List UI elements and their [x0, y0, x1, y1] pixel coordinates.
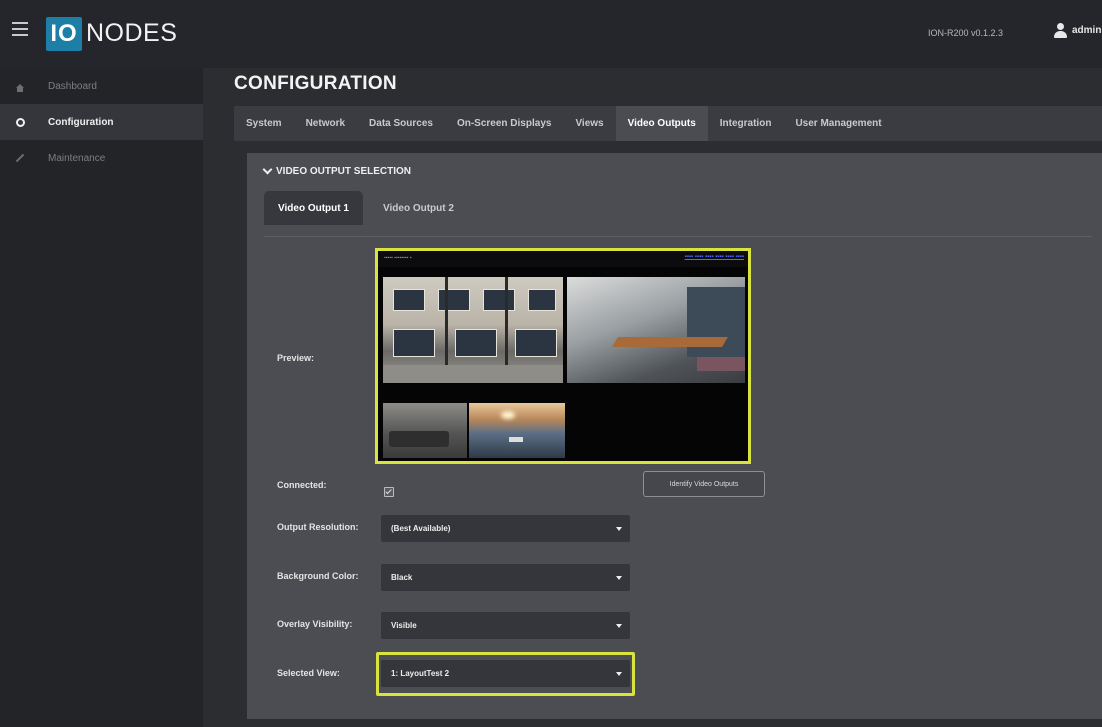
selected-view-value: 1: LayoutTest 2 [391, 669, 450, 678]
page-title: CONFIGURATION [234, 73, 397, 94]
tab-data-sources[interactable]: Data Sources [357, 106, 445, 141]
gear-icon [14, 116, 26, 128]
section-toggle[interactable]: VIDEO OUTPUT SELECTION [262, 164, 412, 177]
caret-down-icon [616, 526, 622, 531]
camera-tile-lounge [567, 277, 745, 383]
tab-user-management[interactable]: User Management [783, 106, 893, 141]
chevron-down-icon [262, 164, 273, 175]
tab-network[interactable]: Network [294, 106, 357, 141]
connected-label: Connected: [277, 480, 327, 490]
tab-integration[interactable]: Integration [708, 106, 784, 141]
hamburger-menu-icon[interactable] [12, 22, 28, 36]
selected-view-select[interactable]: 1: LayoutTest 2 [381, 660, 630, 687]
tab-video-output-1[interactable]: Video Output 1 [264, 191, 363, 225]
overlay-visibility-value: Visible [391, 621, 417, 630]
sidebar-item-maintenance[interactable]: Maintenance [0, 140, 203, 176]
sidebar-item-label: Dashboard [48, 80, 97, 92]
tab-video-outputs[interactable]: Video Outputs [615, 106, 708, 141]
background-color-label: Background Color: [277, 571, 359, 581]
camera-tile-room [383, 403, 467, 458]
caret-down-icon [616, 575, 622, 580]
user-menu[interactable]: admin [1054, 23, 1101, 38]
sidebar-item-label: Maintenance [48, 152, 106, 164]
output-resolution-select[interactable]: (Best Available) [381, 515, 630, 542]
camera-tile-building [383, 277, 563, 383]
sidebar: Dashboard Configuration Maintenance [0, 68, 203, 727]
divider [264, 236, 1092, 237]
preview-overlay-links: ▪▪▪▪ ▪▪▪▪ ▪▪▪▪ ▪▪▪▪ ▪▪▪▪ ▪▪▪▪ [684, 254, 744, 260]
tab-video-output-2[interactable]: Video Output 2 [369, 191, 468, 225]
config-tabs: System Network Data Sources On-Screen Di… [234, 106, 1102, 141]
logo-mark-text: IO [50, 20, 78, 47]
tab-system[interactable]: System [234, 106, 294, 141]
preview-overlay-text: ▪▪▪▪▪ ▪▪▪▪▪▪▪▪ ▪ [384, 255, 412, 261]
device-version: ION-R200 v0.1.2.3 [928, 28, 1004, 38]
output-resolution-value: (Best Available) [391, 524, 451, 533]
output-resolution-label: Output Resolution: [277, 522, 359, 532]
logo-text: NODES [86, 19, 178, 47]
background-color-select[interactable]: Black [381, 564, 630, 591]
connected-checkbox[interactable] [384, 487, 394, 497]
user-icon [1054, 23, 1067, 38]
sidebar-item-label: Configuration [48, 116, 114, 128]
wrench-icon [14, 152, 26, 164]
top-bar: IO NODES ION-R200 v0.1.2.3 admin [0, 0, 1102, 68]
sidebar-item-configuration[interactable]: Configuration [0, 104, 203, 140]
tab-on-screen-displays[interactable]: On-Screen Displays [445, 106, 563, 141]
identify-video-outputs-button[interactable]: Identify Video Outputs [643, 471, 765, 497]
camera-tile-street [469, 403, 565, 458]
background-color-value: Black [391, 573, 413, 582]
selected-view-label: Selected View: [277, 668, 340, 678]
video-preview: ▪▪▪▪▪ ▪▪▪▪▪▪▪▪ ▪ ▪▪▪▪ ▪▪▪▪ ▪▪▪▪ ▪▪▪▪ ▪▪▪… [375, 248, 751, 464]
user-name: admin [1072, 25, 1102, 36]
caret-down-icon [616, 623, 622, 628]
section-title: VIDEO OUTPUT SELECTION [276, 166, 412, 177]
logo-mark: IO [46, 17, 82, 51]
sidebar-item-dashboard[interactable]: Dashboard [0, 68, 203, 104]
overlay-visibility-label: Overlay Visibility: [277, 619, 353, 629]
home-icon [14, 80, 26, 92]
main-content: CONFIGURATION System Network Data Source… [203, 68, 1102, 727]
overlay-visibility-select[interactable]: Visible [381, 612, 630, 639]
tab-views[interactable]: Views [563, 106, 615, 141]
preview-label: Preview: [277, 353, 315, 363]
video-output-panel: VIDEO OUTPUT SELECTION Video Output 1 Vi… [247, 153, 1102, 719]
preview-overlay-bar: ▪▪▪▪▪ ▪▪▪▪▪▪▪▪ ▪ ▪▪▪▪ ▪▪▪▪ ▪▪▪▪ ▪▪▪▪ ▪▪▪… [378, 251, 748, 267]
caret-down-icon [616, 671, 622, 676]
